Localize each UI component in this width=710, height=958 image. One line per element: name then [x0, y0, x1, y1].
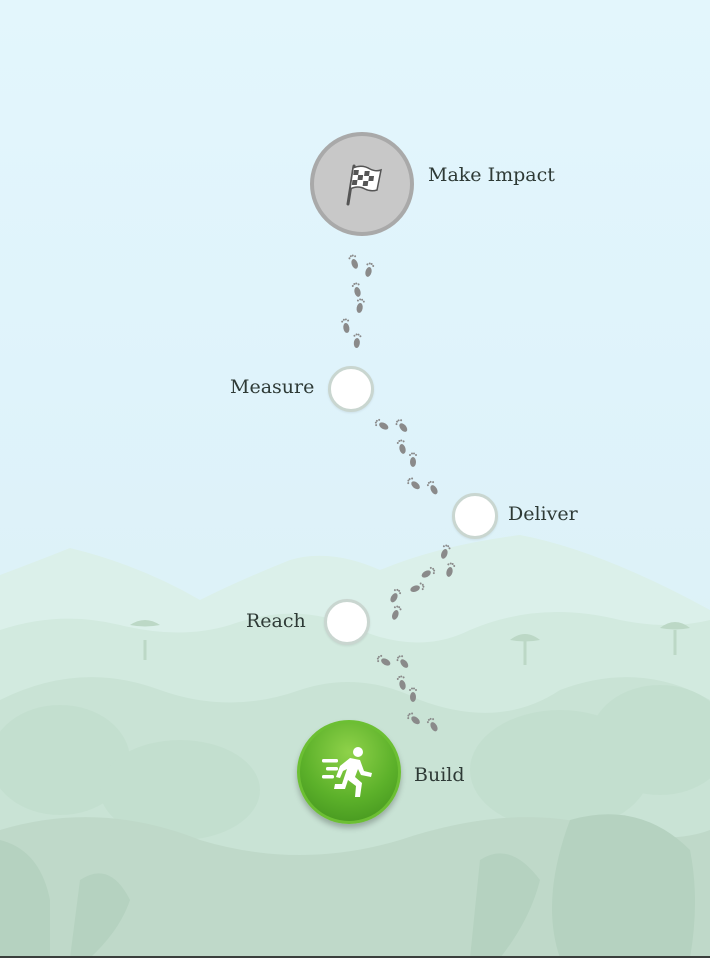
footprint [396, 675, 406, 690]
reach-label: Reach [246, 610, 306, 632]
footprint [365, 262, 375, 277]
footprint [426, 480, 438, 495]
footprint [374, 418, 389, 430]
checkered-flag-icon [346, 164, 383, 206]
make-impact-label: Make Impact [428, 164, 555, 186]
footprint [407, 477, 420, 490]
footprint [426, 717, 438, 732]
measure-node[interactable] [328, 366, 374, 412]
reach-node[interactable] [324, 599, 370, 645]
footprint [441, 544, 451, 559]
footprint [395, 419, 408, 432]
footprint [409, 452, 417, 467]
footprint [396, 655, 409, 668]
footprint [348, 254, 358, 269]
footprint [407, 712, 420, 725]
build-node[interactable] [297, 720, 401, 824]
build-label: Build [414, 764, 465, 786]
footprint [351, 282, 361, 297]
footprint [410, 582, 425, 592]
footprint [421, 566, 436, 578]
footprint [341, 318, 350, 333]
footprint [356, 298, 365, 313]
journey-map: Make Impact Measure Deliver Reach Build [0, 0, 710, 958]
measure-label: Measure [230, 376, 315, 398]
running-person-icon [322, 747, 372, 797]
make-impact-node[interactable] [310, 132, 414, 236]
footprint [396, 439, 406, 454]
deliver-label: Deliver [508, 503, 578, 525]
deliver-node[interactable] [452, 493, 498, 539]
footprint [409, 687, 417, 702]
footprint [446, 562, 456, 577]
footprint [376, 654, 391, 666]
footprint [392, 605, 402, 620]
footprint [353, 333, 362, 348]
footprint [390, 588, 402, 603]
